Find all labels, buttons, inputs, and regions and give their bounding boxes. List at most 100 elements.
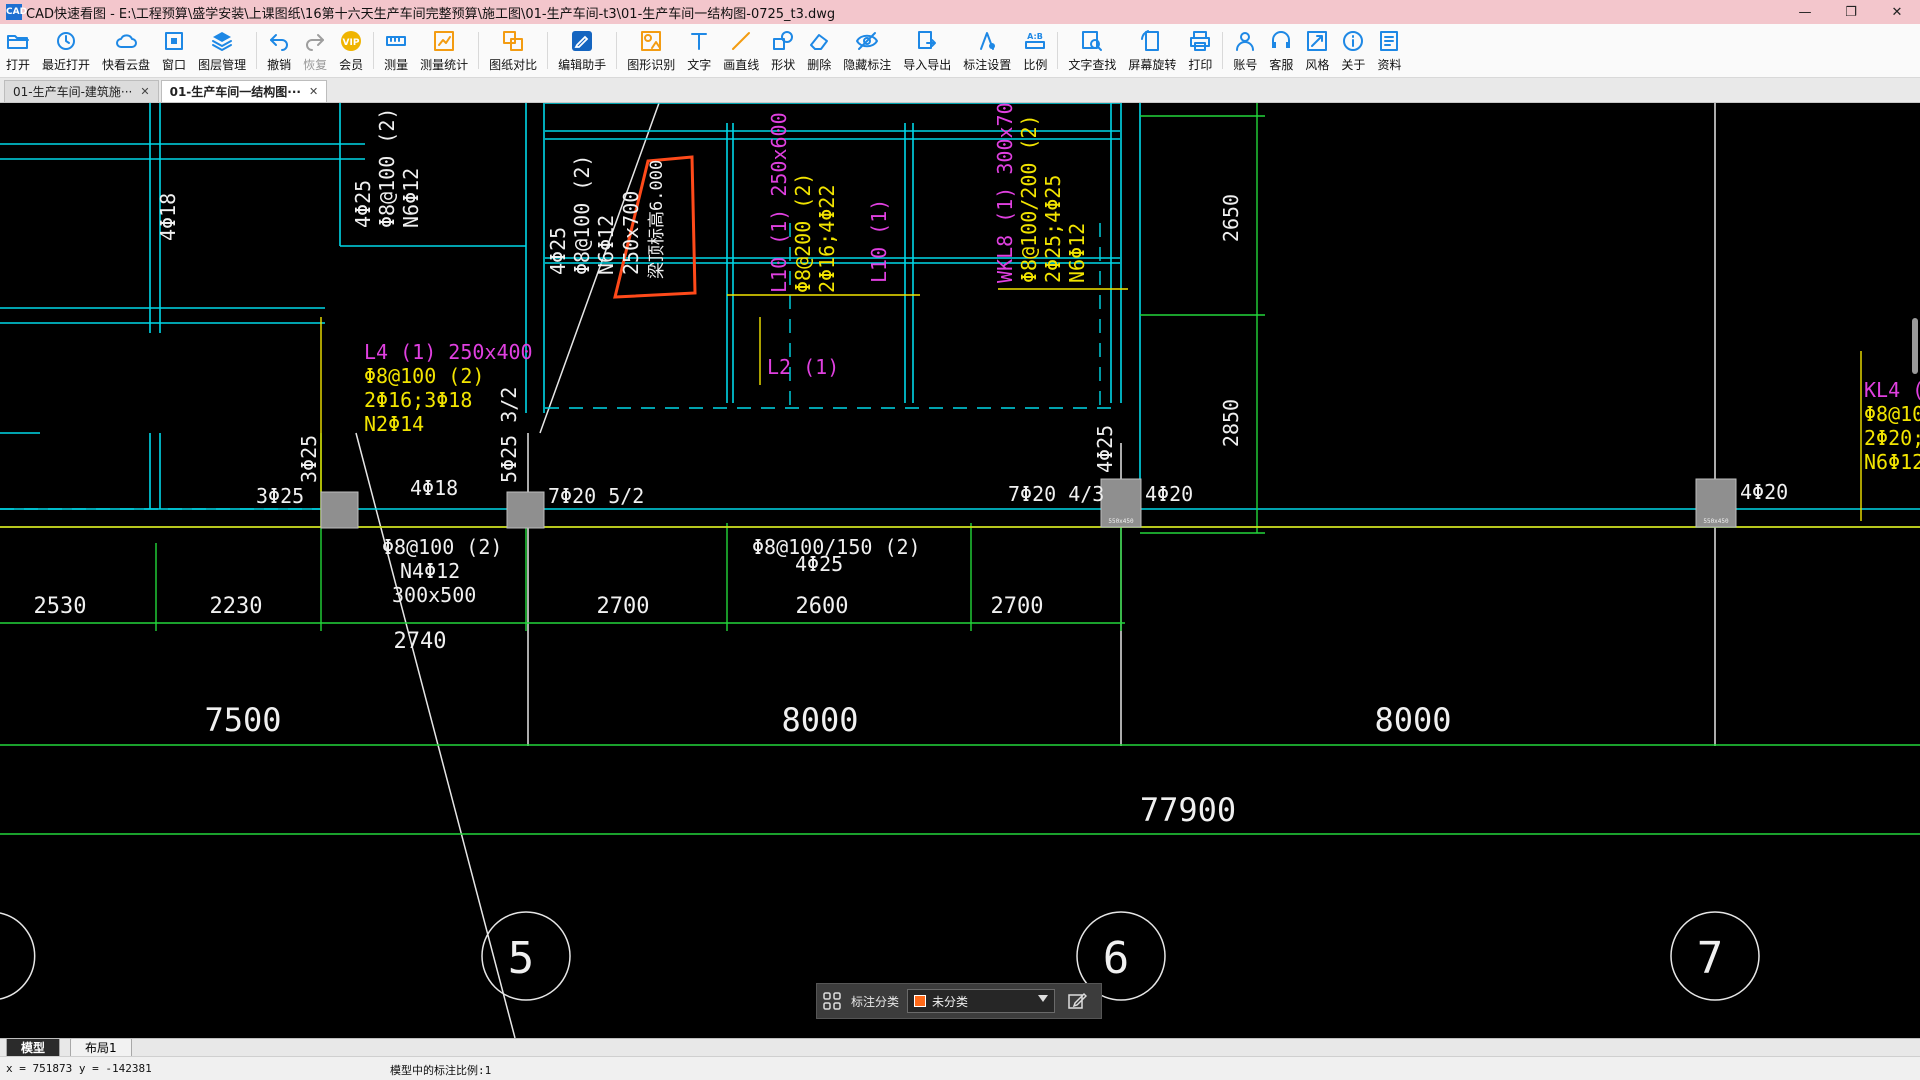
layers-icon: [210, 29, 234, 53]
toolbar-label: 关于: [1341, 57, 1366, 72]
toolbar-redo-button[interactable]: 恢复: [297, 24, 333, 77]
style-icon: [1305, 29, 1329, 53]
toolbar-cloud-button[interactable]: 快看云盘: [96, 24, 156, 77]
label-KL4-rebar: 2Φ20;3: [1864, 426, 1920, 450]
toolbar-service-button[interactable]: 客服: [1263, 24, 1299, 77]
doc-tab-structure[interactable]: 01-生产车间一结构图··· ✕: [160, 80, 328, 102]
edit-category-icon[interactable]: [1067, 991, 1088, 1011]
note-4f25: 4Φ25: [1093, 425, 1117, 473]
toolbar-edit_helper-button[interactable]: 编辑助手: [552, 24, 612, 77]
dim-2600: 2600: [796, 594, 849, 619]
ruler-icon: [384, 29, 408, 53]
grid-menu-icon[interactable]: [823, 992, 841, 1010]
toolbar-measure-button[interactable]: 测量: [378, 24, 414, 77]
tab-model[interactable]: 模型: [6, 1039, 61, 1057]
toolbar-resources-button[interactable]: 资料: [1371, 24, 1407, 77]
toolbar-style-button[interactable]: 风格: [1299, 24, 1335, 77]
line-icon: [729, 29, 753, 53]
toolbar-label: 形状: [771, 57, 796, 72]
annotation-scale: 模型中的标注比例:1: [390, 1064, 492, 1077]
note-3f25-b: 3Φ25: [297, 435, 321, 483]
toolbar-line-button[interactable]: 画直线: [717, 24, 765, 77]
restore-icon[interactable]: ❐: [1828, 0, 1874, 24]
annotation-category-panel: 标注分类 未分类: [816, 983, 1102, 1019]
toolbar-print-button[interactable]: 打印: [1182, 24, 1218, 77]
dim-2850: 2850: [1219, 399, 1243, 447]
import-export-icon: [915, 29, 939, 53]
note-left-3: N6Φ12: [399, 168, 423, 228]
window-title: CAD快速看图 - E:\工程预算\盛学安装\上课图纸\16第十六天生产车间完整…: [26, 6, 836, 22]
dim-2740: 2740: [394, 629, 447, 654]
info-icon: [1341, 29, 1365, 53]
label-L4: L4 (1) 250x400: [364, 340, 533, 364]
toolbar-scale-button[interactable]: A:B 比例: [1017, 24, 1053, 77]
drawing-canvas[interactable]: 5 6 7 2530 2230 2700 2600 2700 2740 7500…: [0, 103, 1920, 1038]
toolbar-label: 账号: [1233, 57, 1258, 72]
dimension-texts: 2530 2230 2700 2600 2700 2740 7500 8000 …: [34, 194, 1452, 829]
note-left-1: 4Φ25: [351, 180, 375, 228]
toolbar-undo-button[interactable]: 撤销: [261, 24, 297, 77]
note-7f20-b: 7Φ20 4/3: [1008, 482, 1104, 506]
toolbar-separator: [478, 32, 480, 69]
toolbar-hide_mark-button[interactable]: 隐藏标注: [837, 24, 897, 77]
axis-label-5: 5: [508, 933, 535, 984]
toolbar-label: 打开: [6, 57, 31, 72]
column-1: [320, 491, 359, 529]
category-select[interactable]: 未分类: [907, 989, 1056, 1013]
doc-tab-architecture[interactable]: 01-生产车间-建筑施··· ✕: [4, 80, 159, 102]
note-under-1: Φ8@100 (2): [382, 535, 502, 559]
close-tab-icon[interactable]: ✕: [140, 85, 149, 98]
shape-recognize-icon: [639, 29, 663, 53]
cursor-coordinates: x = 751873 y = -142381: [6, 1062, 152, 1075]
label-KL4-stirrup: Φ8@10: [1864, 402, 1920, 426]
toolbar-open-button[interactable]: 打开: [0, 24, 36, 77]
note-under-2: N4Φ12: [400, 559, 460, 583]
text-search-icon: [1080, 29, 1104, 53]
printer-icon: [1188, 29, 1212, 53]
toolbar-import_export-button[interactable]: 导入导出: [897, 24, 957, 77]
minimize-icon[interactable]: —: [1782, 0, 1828, 24]
note-under-5: 4Φ25: [795, 552, 843, 576]
toolbar-shape_recog-button[interactable]: 图形识别: [621, 24, 681, 77]
label-L4-stirrup: Φ8@100 (2): [364, 364, 484, 388]
close-tab-icon[interactable]: ✕: [309, 85, 318, 98]
toolbar-label: 客服: [1269, 57, 1294, 72]
toolbar-account-button[interactable]: 账号: [1227, 24, 1263, 77]
close-icon[interactable]: ✕: [1874, 0, 1920, 24]
toolbar-label: 图纸对比: [489, 57, 538, 72]
text-icon: [687, 29, 711, 53]
note-4f20-a: 4Φ20: [1145, 482, 1193, 506]
toolbar-label: 恢复: [303, 57, 328, 72]
window-icon: [162, 29, 186, 53]
toolbar-about-button[interactable]: 关于: [1335, 24, 1371, 77]
toolbar-shape-button[interactable]: 形状: [765, 24, 801, 77]
toolbar-separator: [256, 32, 258, 69]
scroll-handle[interactable]: [1912, 318, 1918, 374]
toolbar-text-button[interactable]: 文字: [681, 24, 717, 77]
toolbar-compare-button[interactable]: 图纸对比: [483, 24, 543, 77]
col-size-6: 550x450: [1108, 518, 1134, 525]
toolbar-layers-button[interactable]: 图层管理: [192, 24, 252, 77]
toolbar-measure_stats-button[interactable]: 测量统计: [414, 24, 474, 77]
toolbar-rotate-button[interactable]: 屏幕旋转: [1122, 24, 1182, 77]
dim-2700-b: 2700: [991, 594, 1044, 619]
dim-7500: 7500: [204, 701, 281, 739]
note-7f20-a: 7Φ20 5/2: [548, 484, 644, 508]
toolbar-window-button[interactable]: 窗口: [156, 24, 192, 77]
toolbar-separator: [1057, 32, 1059, 69]
toolbar-delete-button[interactable]: 删除: [801, 24, 837, 77]
label-L2: L2 (1): [767, 355, 839, 379]
toolbar-mark_settings-button[interactable]: 标注设置: [957, 24, 1017, 77]
eye-hide-icon: [855, 29, 879, 53]
toolbar-label: 风格: [1305, 57, 1330, 72]
history-icon: [54, 29, 78, 53]
axis-bubble-partial: [0, 912, 36, 1000]
toolbar-text_search-button[interactable]: 文字查找: [1062, 24, 1122, 77]
tab-layout1[interactable]: 布局1: [70, 1039, 132, 1057]
dim-8000-b: 8000: [1374, 701, 1451, 739]
doc-tab-label: 01-生产车间一结构图···: [169, 85, 301, 99]
note-3f25-a: 3Φ25: [256, 484, 304, 508]
toolbar-vip-button[interactable]: VIP 会员: [333, 24, 369, 77]
toolbar-recent-button[interactable]: 最近打开: [36, 24, 96, 77]
label-WKL8-rebar: 2Φ25;4Φ25: [1041, 175, 1065, 283]
